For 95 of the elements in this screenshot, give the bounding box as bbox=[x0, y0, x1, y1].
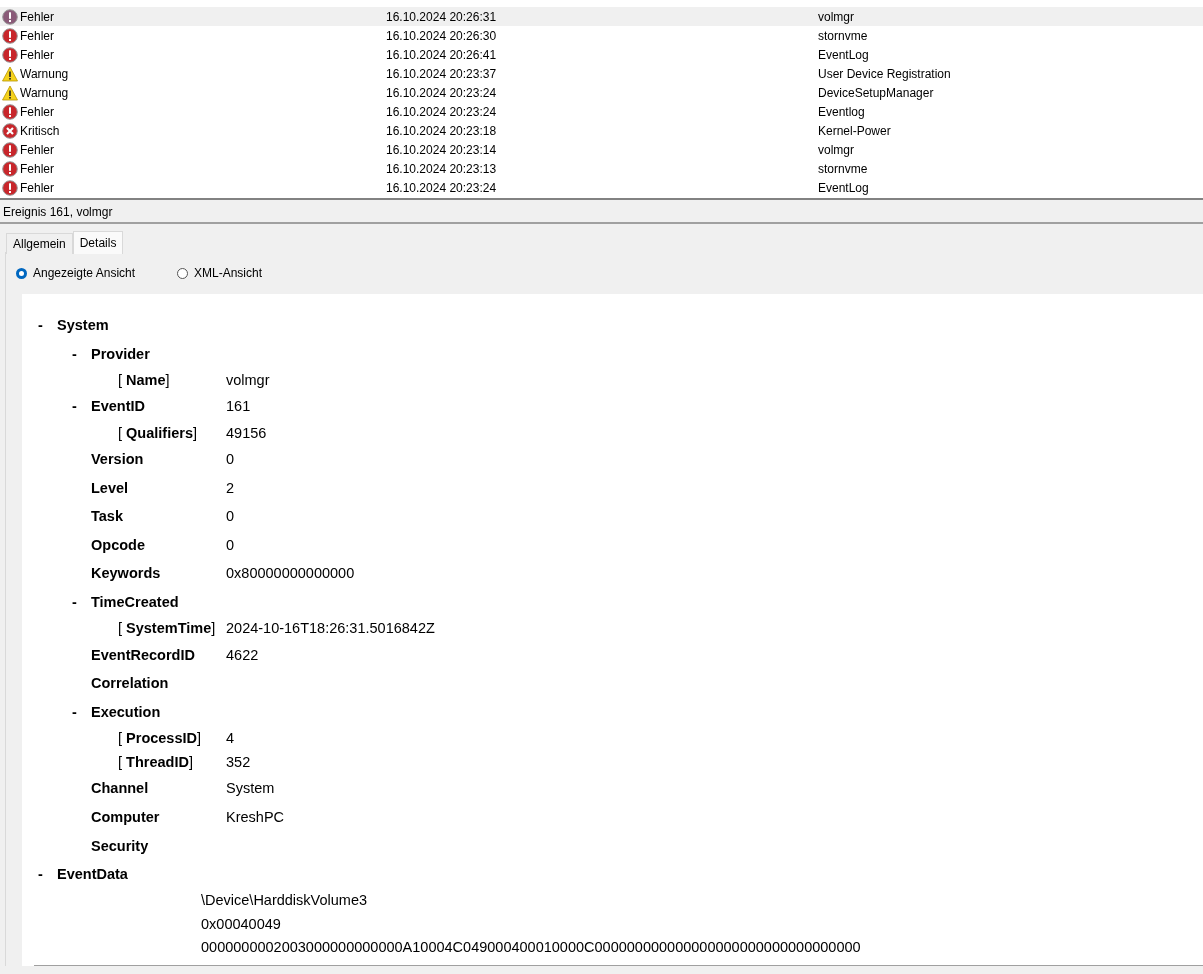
date-text: 16.10.2024 20:23:13 bbox=[386, 161, 498, 176]
attribute-name: [ ProcessID] bbox=[118, 730, 203, 747]
tab[interactable]: Allgemein bbox=[6, 233, 73, 254]
source-text: Eventlog bbox=[818, 104, 865, 119]
event-row[interactable]: Fehler 16.10.2024 20:26:30 stornvme bbox=[0, 26, 1203, 45]
element-value: System bbox=[226, 780, 275, 797]
level-text: Fehler bbox=[20, 161, 55, 176]
source-text: volmgr bbox=[818, 9, 854, 24]
element-value: KreshPC bbox=[226, 809, 285, 825]
detail-title: Ereignis 161, volmgr bbox=[3, 204, 113, 219]
level-text: Fehler bbox=[20, 47, 55, 62]
element-name: Keywords bbox=[91, 565, 162, 582]
element-value: 161 bbox=[226, 398, 251, 415]
level-text: Fehler bbox=[20, 180, 55, 195]
element-name: EventID bbox=[91, 398, 146, 415]
element-value: 2 bbox=[226, 479, 235, 496]
collapse-toggle[interactable]: - bbox=[38, 866, 43, 883]
warning-icon bbox=[2, 65, 18, 82]
source-text: EventLog bbox=[818, 180, 869, 195]
element-name: EventData bbox=[57, 866, 129, 883]
date-text: 16.10.2024 20:26:31 bbox=[386, 9, 498, 24]
attribute-value: 4 bbox=[226, 730, 235, 747]
element-name: Security bbox=[91, 837, 150, 854]
event-row[interactable]: Fehler 16.10.2024 20:23:13 stornvme bbox=[0, 159, 1203, 178]
event-row[interactable]: Warnung 16.10.2024 20:23:24 DeviceSetupManager bbox=[0, 83, 1203, 102]
element-name: Correlation bbox=[91, 675, 170, 692]
collapse-toggle[interactable]: - bbox=[72, 398, 77, 415]
attribute-value: 352 bbox=[226, 754, 251, 771]
element-name: System bbox=[57, 317, 110, 334]
event-row[interactable]: Fehler 16.10.2024 20:23:24 EventLog bbox=[0, 178, 1203, 197]
element-name: Execution bbox=[91, 703, 162, 720]
date-text: 16.10.2024 20:23:24 bbox=[386, 104, 498, 119]
element-value: 0 bbox=[226, 508, 235, 525]
element-value: 0 bbox=[226, 536, 235, 553]
level-text: Fehler bbox=[20, 28, 55, 43]
element-value: 0 bbox=[226, 451, 235, 468]
date-text: 16.10.2024 20:23:14 bbox=[386, 142, 498, 157]
element-name: TimeCreated bbox=[91, 594, 180, 611]
attribute-name: [ SystemTime] bbox=[118, 620, 217, 637]
attribute-name: [ Qualifiers] bbox=[118, 424, 198, 441]
source-text: Kernel-Power bbox=[818, 123, 891, 138]
radio-option[interactable]: Angezeigte Ansicht bbox=[16, 266, 177, 280]
radio-label: XML-Ansicht bbox=[194, 266, 263, 280]
radio-label: Angezeigte Ansicht bbox=[33, 266, 136, 280]
radio-button[interactable] bbox=[177, 267, 188, 279]
level-text: Fehler bbox=[20, 9, 55, 24]
source-text: volmgr bbox=[818, 142, 854, 157]
element-name: EventRecordID bbox=[91, 646, 196, 663]
level-text: Warnung bbox=[20, 66, 70, 81]
source-text: stornvme bbox=[818, 161, 868, 176]
event-row[interactable]: Kritisch 16.10.2024 20:23:18 Kernel-Power bbox=[0, 121, 1203, 140]
element-name: Channel bbox=[91, 780, 150, 797]
attribute-value: volmgr bbox=[226, 372, 270, 389]
element-name: Opcode bbox=[91, 536, 146, 553]
source-text: User Device Registration bbox=[818, 66, 951, 81]
event-row[interactable]: Fehler 16.10.2024 20:23:14 volmgr bbox=[0, 140, 1203, 159]
date-text: 16.10.2024 20:23:18 bbox=[386, 123, 498, 138]
date-text: 16.10.2024 20:23:24 bbox=[386, 85, 498, 100]
source-text: DeviceSetupManager bbox=[818, 85, 934, 100]
collapse-toggle[interactable]: - bbox=[72, 345, 77, 362]
data-value: \Device\HarddiskVolume3 bbox=[201, 892, 368, 909]
level-text: Kritisch bbox=[20, 123, 61, 138]
data-value: 0000000002003000000000000A10004C049000400010000C000000000000000000000000000000000 bbox=[201, 939, 861, 956]
event-row[interactable]: Warnung 16.10.2024 20:23:37 User Device Registration bbox=[0, 64, 1203, 83]
data-value: 0x00040049 bbox=[201, 915, 281, 932]
attribute-value: 2024-10-16T18:26:31.5016842Z bbox=[226, 620, 435, 637]
attribute-value: 49156 bbox=[226, 424, 267, 441]
date-text: 16.10.2024 20:26:41 bbox=[386, 47, 498, 62]
event-row[interactable]: Fehler 16.10.2024 20:26:31 volmgr bbox=[0, 7, 1203, 26]
source-text: stornvme bbox=[818, 28, 868, 43]
element-name: Computer bbox=[91, 809, 161, 825]
date-text: 16.10.2024 20:26:30 bbox=[386, 28, 498, 43]
level-text: Warnung bbox=[20, 85, 70, 100]
element-value: 4622 bbox=[226, 646, 259, 663]
collapse-toggle[interactable]: - bbox=[72, 703, 77, 720]
date-text: 16.10.2024 20:23:37 bbox=[386, 66, 498, 81]
element-value: 0x80000000000000 bbox=[226, 565, 355, 582]
radio-button[interactable] bbox=[16, 267, 27, 279]
source-text: EventLog bbox=[818, 47, 869, 62]
element-name: Version bbox=[91, 451, 145, 468]
element-name: Task bbox=[91, 508, 124, 525]
event-row[interactable]: Fehler 16.10.2024 20:23:24 Eventlog bbox=[0, 102, 1203, 121]
event-row[interactable]: Fehler 16.10.2024 20:26:41 EventLog bbox=[0, 45, 1203, 64]
element-name: Provider bbox=[91, 345, 151, 362]
level-text: Fehler bbox=[20, 104, 55, 119]
collapse-toggle[interactable]: - bbox=[38, 317, 43, 334]
attribute-name: [ ThreadID] bbox=[118, 754, 194, 771]
warning-icon bbox=[2, 84, 18, 101]
date-text: 16.10.2024 20:23:24 bbox=[386, 180, 498, 195]
tab[interactable]: Details bbox=[72, 231, 124, 254]
attribute-name: [ Name] bbox=[118, 372, 171, 389]
collapse-toggle[interactable]: - bbox=[72, 594, 77, 611]
element-name: Level bbox=[91, 479, 130, 496]
level-text: Fehler bbox=[20, 142, 55, 157]
radio-option[interactable]: XML-Ansicht bbox=[177, 266, 338, 280]
